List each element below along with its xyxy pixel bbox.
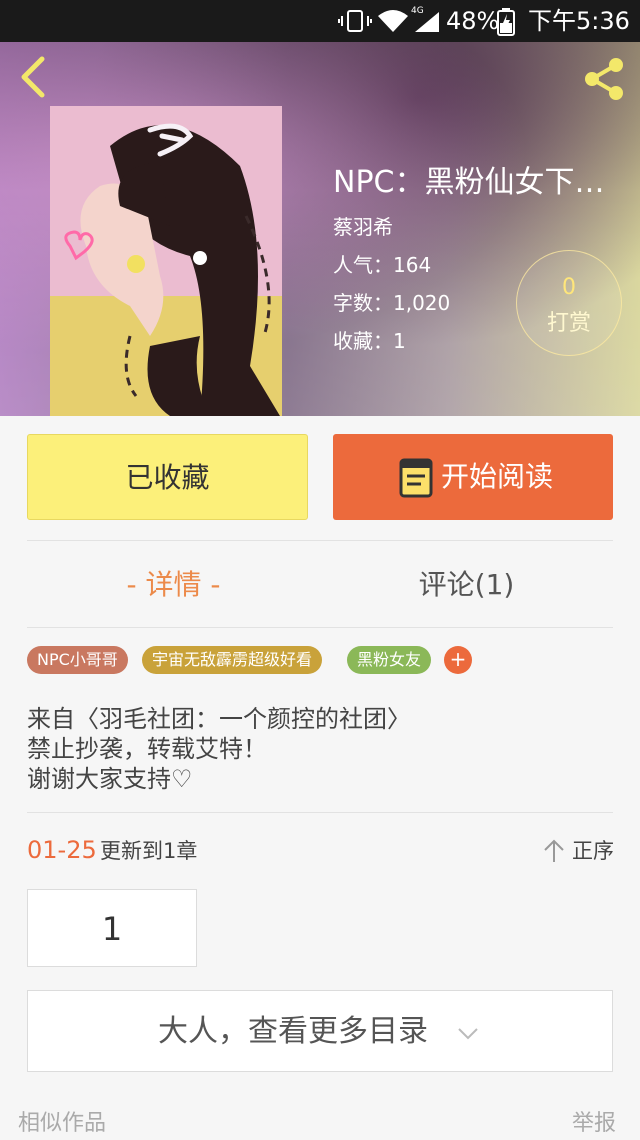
tab-detail[interactable]: - 详情 - [27, 555, 320, 615]
battery-percent: 48% [446, 7, 500, 35]
clock: 下午5:36 [528, 7, 630, 35]
description-line: 来自〈羽毛社团：一个颜控的社团〉 [27, 705, 411, 733]
popularity-stat: 人气：164 [333, 253, 432, 277]
sort-order-label: 正序 [572, 839, 614, 863]
share-icon[interactable] [580, 55, 628, 103]
cover-illustration [50, 106, 282, 416]
word-count-stat: 字数：1,020 [333, 291, 451, 315]
start-reading-label: 开始阅读 [441, 460, 554, 493]
similar-works-heading: 相似作品 [18, 1111, 107, 1136]
tab-comments[interactable]: 评论(1) [320, 555, 613, 615]
wifi-icon [378, 10, 408, 32]
update-date: 01-25 [27, 836, 97, 864]
start-reading-button[interactable]: 开始阅读 [333, 434, 613, 520]
status-bar: 4G 48% 下午5:36 [0, 0, 640, 42]
signal-icon [415, 12, 439, 32]
book-cover-image[interactable] [50, 106, 282, 416]
view-more-catalog-button[interactable]: 大人，查看更多目录 [27, 990, 613, 1072]
vibrate-icon [338, 10, 372, 32]
description-line: 谢谢大家支持♡ [27, 765, 193, 793]
chapter-item[interactable]: 1 [27, 889, 197, 967]
update-text: 更新到1章 [100, 839, 198, 863]
tag-chip[interactable]: NPC小哥哥 [27, 646, 128, 674]
reward-button[interactable]: 0 打赏 [516, 250, 622, 356]
sort-order-button[interactable]: 正序 [542, 836, 614, 866]
reward-count: 0 [562, 275, 576, 300]
description-line: 禁止抄袭，转载艾特！ [27, 735, 267, 763]
reward-label: 打赏 [546, 311, 591, 336]
view-more-catalog-label: 大人，查看更多目录 [158, 1014, 428, 1049]
book-title: NPC：黑粉仙女下凡… [333, 165, 633, 200]
tag-chip[interactable]: 宇宙无敌霹雳超级好看 [142, 646, 323, 674]
collected-button[interactable]: 已收藏 [27, 434, 308, 520]
back-icon[interactable] [14, 55, 54, 99]
divider [27, 540, 613, 541]
favorites-stat: 收藏：1 [333, 329, 406, 353]
book-icon [399, 458, 433, 498]
divider [27, 627, 613, 628]
author-name[interactable]: 蔡羽希 [333, 213, 393, 241]
divider [27, 812, 613, 813]
tag-chip[interactable]: 黑粉女友 [347, 646, 432, 674]
add-tag-button[interactable]: + [444, 646, 472, 674]
arrow-up-icon [544, 839, 564, 862]
report-link[interactable]: 举报 [572, 1108, 616, 1140]
chevron-down-icon [458, 1028, 478, 1040]
battery-icon [497, 8, 515, 36]
